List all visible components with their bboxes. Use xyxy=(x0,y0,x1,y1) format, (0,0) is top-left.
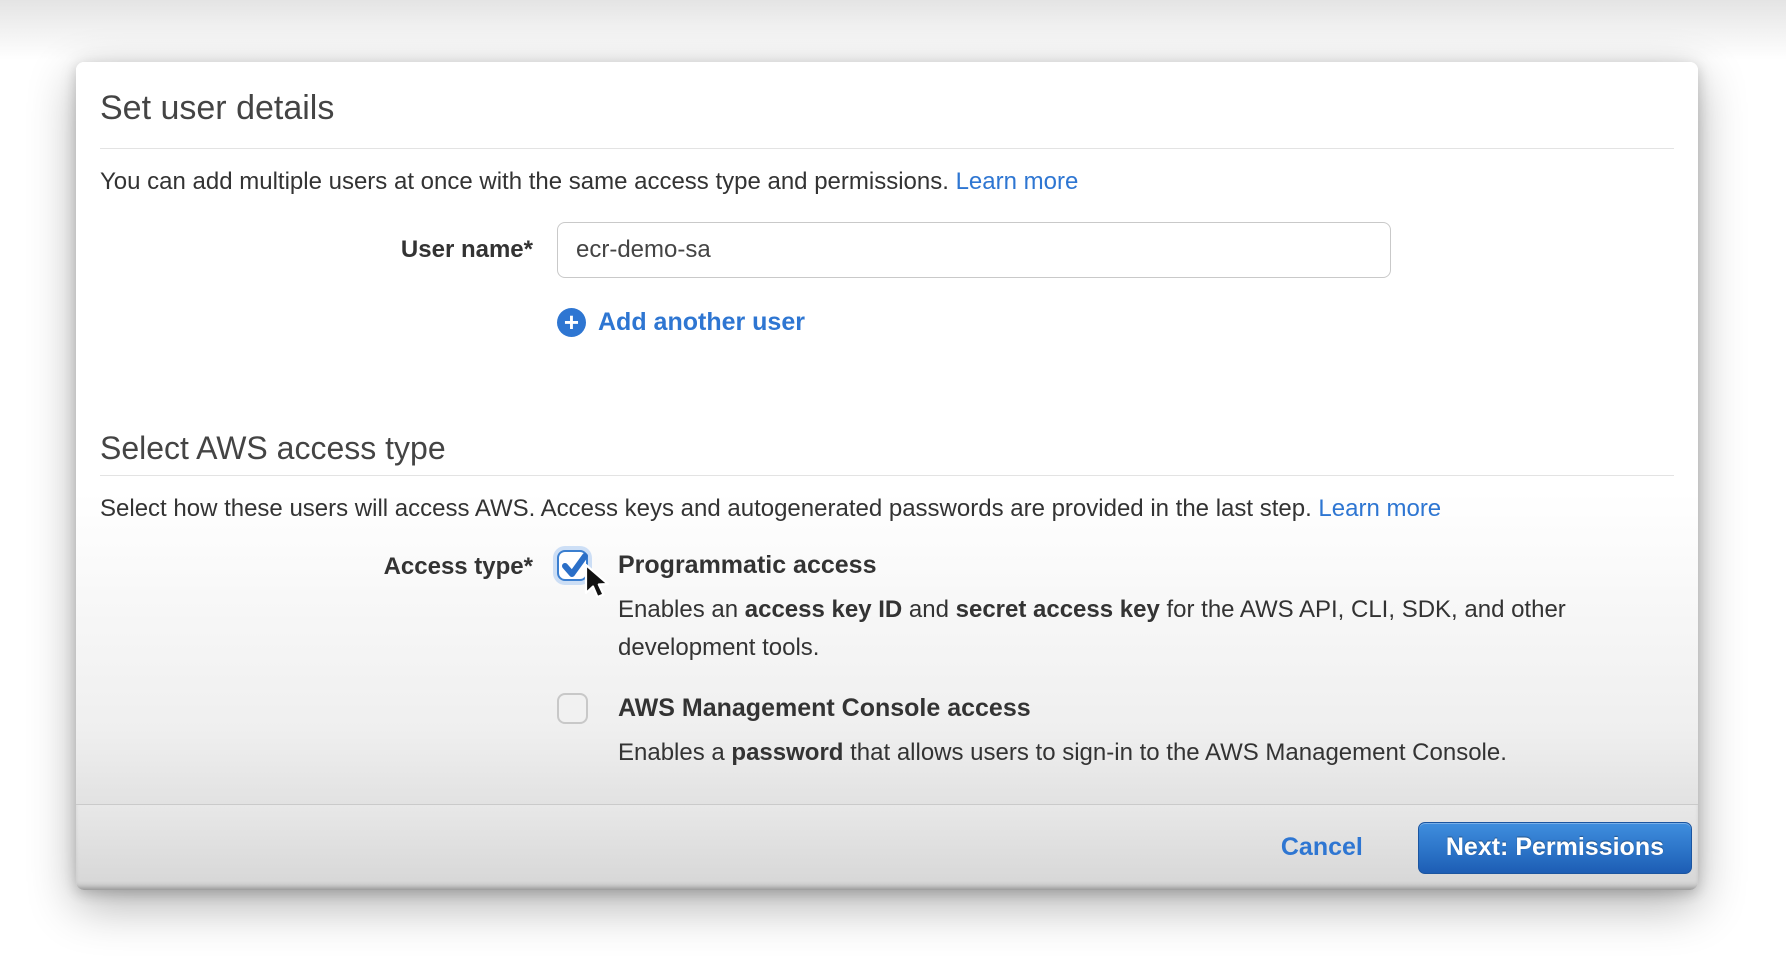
access-type-divider xyxy=(100,475,1674,476)
console-access-text: AWS Management Console access Enables a … xyxy=(618,693,1603,772)
add-user-wizard-card: Set user details You can add multiple us… xyxy=(76,62,1698,890)
access-type-label: Access type* xyxy=(100,550,533,581)
desc-bold: password xyxy=(731,739,843,766)
title-divider xyxy=(100,148,1674,149)
intro-text: You can add multiple users at once with … xyxy=(100,168,956,195)
desc-bold: access key ID xyxy=(745,596,902,623)
mouse-cursor-icon xyxy=(583,563,615,605)
user-name-row: User name* xyxy=(100,222,1674,278)
option-label: Programmatic access xyxy=(618,550,1603,581)
desc-text: Enables an xyxy=(618,596,745,623)
programmatic-access-text: Programmatic access Enables an access ke… xyxy=(618,550,1603,667)
desc-bold: secret access key xyxy=(956,596,1160,623)
wizard-footer: Cancel Next: Permissions xyxy=(76,804,1698,890)
programmatic-access-checkbox[interactable] xyxy=(557,550,588,581)
page-top-shadow xyxy=(0,0,1786,60)
user-name-input[interactable] xyxy=(557,222,1391,278)
section-title-access-type: Select AWS access type xyxy=(100,429,1674,467)
cancel-button[interactable]: Cancel xyxy=(1281,833,1363,862)
access-intro-text: Select how these users will access AWS. … xyxy=(100,495,1318,522)
access-type-options: Programmatic access Enables an access ke… xyxy=(557,550,1603,772)
console-access-checkbox[interactable] xyxy=(557,693,588,724)
add-another-user-button[interactable]: + Add another user xyxy=(557,308,805,337)
access-type-intro: Select how these users will access AWS. … xyxy=(100,494,1674,524)
user-details-intro: You can add multiple users at once with … xyxy=(100,167,1674,197)
access-type-row: Access type* Programmatic access Enables… xyxy=(100,550,1674,772)
learn-more-link[interactable]: Learn more xyxy=(956,168,1079,195)
plus-icon: + xyxy=(557,308,586,337)
option-description: Enables an access key ID and secret acce… xyxy=(618,591,1603,667)
learn-more-link-2[interactable]: Learn more xyxy=(1318,495,1441,522)
desc-text: and xyxy=(902,596,955,623)
page-title: Set user details xyxy=(100,86,1674,130)
wizard-content: Set user details You can add multiple us… xyxy=(76,62,1698,804)
desc-text: Enables a xyxy=(618,739,731,766)
option-console-access: AWS Management Console access Enables a … xyxy=(557,693,1603,772)
user-name-control xyxy=(557,222,1391,278)
user-name-label: User name* xyxy=(100,236,533,264)
option-label: AWS Management Console access xyxy=(618,693,1603,724)
add-another-user-label: Add another user xyxy=(598,308,805,337)
option-programmatic-access: Programmatic access Enables an access ke… xyxy=(557,550,1603,667)
desc-text: that allows users to sign-in to the AWS … xyxy=(843,739,1506,766)
next-permissions-button[interactable]: Next: Permissions xyxy=(1418,822,1692,874)
option-description: Enables a password that allows users to … xyxy=(618,734,1603,772)
